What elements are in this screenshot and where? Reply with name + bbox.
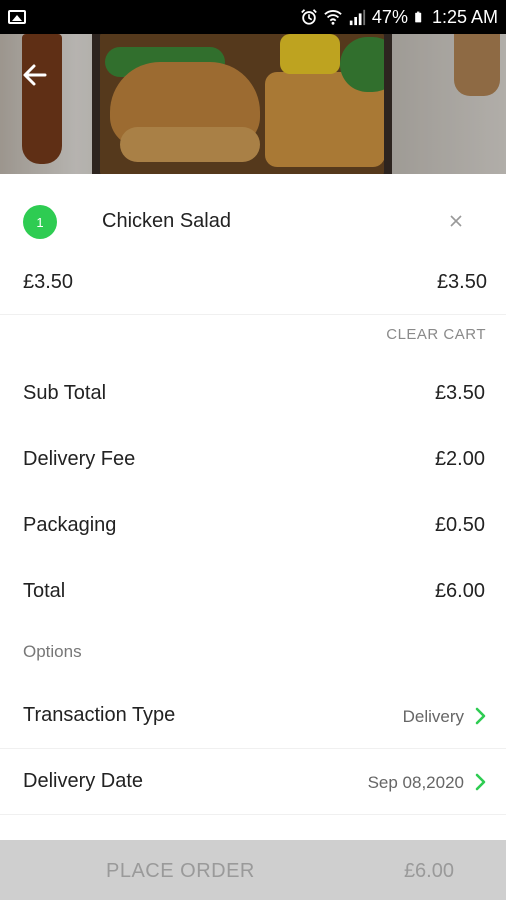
cart-item: 1 Chicken Salad £3.50 £3.50 — [0, 174, 506, 314]
clear-cart-button[interactable]: CLEAR CART — [386, 326, 486, 343]
delivery-date-row[interactable]: Delivery Date Sep 08,2020 — [0, 750, 506, 814]
order-total: £6.00 — [403, 860, 454, 882]
status-bar: 47% 1:25 AM — [0, 0, 506, 34]
option-label: Delivery Date — [23, 770, 144, 792]
remove-item-button[interactable] — [443, 208, 469, 234]
option-label: Transaction Type — [23, 704, 176, 726]
option-value: Sep 08,2020 — [367, 773, 464, 792]
item-name: Chicken Salad — [102, 210, 231, 232]
summary-row-packaging: Packaging £0.50 — [0, 506, 506, 546]
close-icon — [450, 215, 462, 227]
back-button[interactable] — [18, 58, 52, 92]
quantity-badge: 1 — [23, 205, 57, 239]
chevron-right-icon — [475, 773, 486, 791]
unit-price: £3.50 — [23, 271, 74, 293]
summary-row-total: Total £6.00 — [0, 572, 506, 612]
divider — [0, 314, 506, 315]
line-price: £3.50 — [436, 271, 487, 293]
summary-row-delivery-fee: Delivery Fee £2.00 — [0, 440, 506, 480]
arrow-left-icon — [23, 64, 47, 86]
summary-label: Total — [23, 580, 66, 602]
image-icon — [8, 10, 26, 24]
divider — [0, 814, 506, 815]
place-order-button[interactable]: PLACE ORDER £6.00 — [0, 840, 506, 900]
summary-value: £2.00 — [434, 448, 485, 470]
wifi-icon — [324, 10, 342, 25]
options-header: Options — [23, 642, 82, 661]
summary-label: Packaging — [23, 514, 117, 536]
chevron-right-icon — [475, 707, 486, 725]
summary-row-subtotal: Sub Total £3.50 — [0, 374, 506, 414]
summary-label: Sub Total — [23, 382, 107, 404]
status-time: 1:25 AM — [431, 6, 498, 27]
option-value: Delivery — [402, 707, 464, 726]
transaction-type-row[interactable]: Transaction Type Delivery — [0, 684, 506, 748]
divider — [0, 748, 506, 749]
signal-icon — [349, 9, 366, 26]
alarm-icon — [301, 9, 317, 25]
place-order-label: PLACE ORDER — [106, 860, 255, 882]
battery-percent: 47% — [371, 6, 408, 27]
summary-label: Delivery Fee — [23, 448, 136, 470]
summary-value: £6.00 — [434, 580, 485, 602]
hero-image — [0, 34, 506, 174]
battery-icon — [415, 11, 422, 23]
summary-value: £3.50 — [434, 382, 485, 404]
summary-value: £0.50 — [434, 514, 485, 536]
